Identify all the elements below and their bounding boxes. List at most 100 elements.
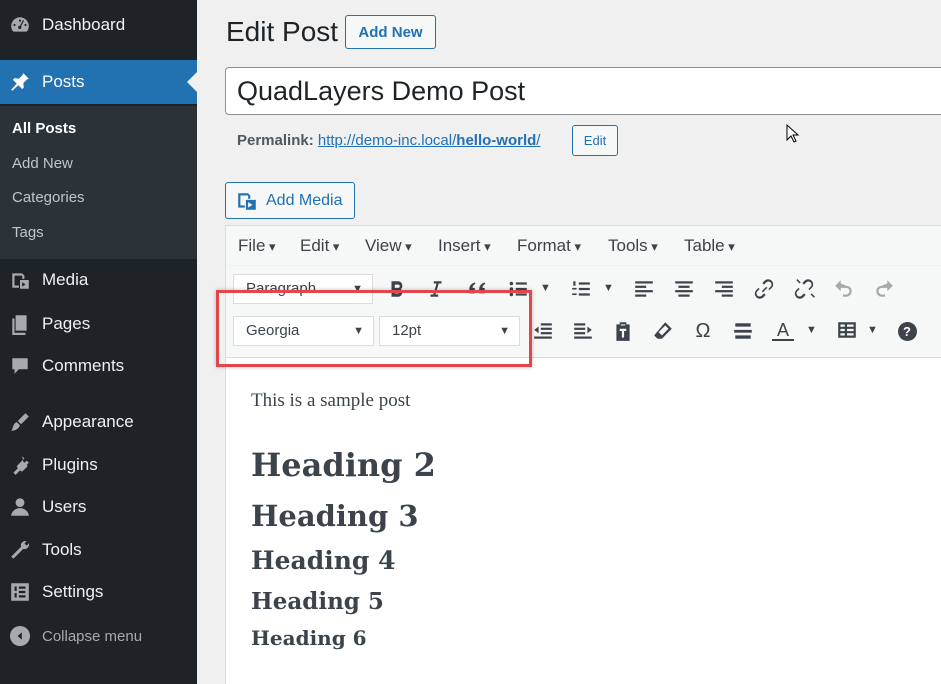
table-icon bbox=[838, 322, 856, 338]
clear-formatting-button[interactable] bbox=[649, 317, 677, 345]
menu-plugins[interactable]: Plugins bbox=[0, 445, 197, 485]
permalink-base: http://demo-inc.local/ bbox=[317, 132, 457, 149]
content-heading-5[interactable]: Heading 5 bbox=[251, 588, 384, 615]
permalink-row: Permalink: http://demo-inc.local/hello-w… bbox=[237, 132, 540, 149]
special-character-button[interactable]: Ω bbox=[689, 317, 717, 345]
collapse-arrow-icon bbox=[10, 626, 30, 646]
highlight-box bbox=[216, 290, 532, 367]
paste-text-icon bbox=[616, 322, 630, 341]
undo-button[interactable] bbox=[830, 275, 858, 303]
menu-format[interactable]: Format bbox=[517, 236, 581, 256]
content-heading-3[interactable]: Heading 3 bbox=[251, 499, 419, 533]
menu-pages[interactable]: Pages bbox=[0, 304, 197, 344]
align-left-button[interactable] bbox=[630, 275, 658, 303]
post-title-input[interactable]: QuadLayers Demo Post bbox=[225, 67, 941, 115]
menu-file[interactable]: File bbox=[238, 236, 276, 256]
add-media-button[interactable]: Add Media bbox=[225, 182, 355, 219]
insert-link-button[interactable] bbox=[750, 275, 778, 303]
menu-label: Tools bbox=[42, 540, 82, 559]
plugin-icon bbox=[7, 452, 33, 478]
menu-table[interactable]: Table bbox=[684, 236, 735, 256]
content-heading-6[interactable]: Heading 6 bbox=[251, 626, 367, 650]
dashboard-icon bbox=[7, 12, 33, 38]
paste-as-text-button[interactable] bbox=[609, 317, 637, 345]
chevron-down-icon[interactable]: ▼ bbox=[806, 324, 817, 336]
menu-users[interactable]: Users bbox=[0, 487, 197, 527]
collapse-menu-button[interactable]: Collapse menu bbox=[0, 621, 197, 651]
menu-posts[interactable]: Posts bbox=[0, 60, 197, 104]
permalink-slug: hello-world bbox=[456, 132, 537, 149]
align-right-icon bbox=[715, 281, 733, 297]
help-button[interactable]: ? bbox=[893, 317, 921, 345]
omega-icon: Ω bbox=[695, 319, 711, 342]
menu-label: Media bbox=[42, 270, 89, 289]
submenu-add-new[interactable]: Add New bbox=[12, 155, 73, 172]
menu-tools[interactable]: Tools bbox=[608, 236, 658, 256]
admin-sidebar: Dashboard Posts All Posts Add New Catego… bbox=[0, 0, 197, 684]
menu-comments[interactable]: Comments bbox=[0, 346, 197, 386]
indent-icon bbox=[574, 323, 592, 339]
menu-label: Pages bbox=[42, 314, 91, 333]
menu-tools[interactable]: Tools bbox=[0, 530, 197, 570]
menu-dashboard[interactable]: Dashboard bbox=[0, 5, 197, 45]
text-color-button[interactable]: A bbox=[769, 317, 797, 345]
link-icon bbox=[754, 279, 774, 299]
align-center-button[interactable] bbox=[670, 275, 698, 303]
add-new-button[interactable]: Add New bbox=[345, 15, 436, 49]
submenu-categories[interactable]: Categories bbox=[12, 189, 85, 206]
edit-slug-button[interactable]: Edit bbox=[572, 125, 618, 156]
user-icon bbox=[7, 494, 33, 520]
pin-icon bbox=[7, 69, 33, 95]
menu-label: Posts bbox=[42, 72, 85, 91]
add-media-label: Add Media bbox=[266, 191, 343, 209]
editor-menubar: File Edit View Insert Format Tools Table bbox=[226, 226, 941, 266]
help-icon: ? bbox=[897, 321, 917, 341]
remove-link-button[interactable] bbox=[790, 275, 818, 303]
undo-icon bbox=[835, 280, 852, 297]
brush-icon bbox=[7, 409, 33, 435]
pages-icon bbox=[7, 311, 33, 337]
color-swatch bbox=[772, 339, 794, 341]
unlink-icon bbox=[794, 279, 815, 299]
align-left-icon bbox=[635, 281, 653, 297]
chevron-down-icon[interactable]: ▼ bbox=[867, 324, 878, 336]
permalink-trail: / bbox=[536, 132, 541, 149]
permalink-label: Permalink: bbox=[237, 132, 314, 149]
horizontal-line-button[interactable] bbox=[729, 317, 757, 345]
horizontal-line-icon bbox=[734, 323, 752, 339]
redo-icon bbox=[876, 280, 893, 297]
outdent-icon bbox=[534, 323, 552, 339]
align-center-icon bbox=[675, 281, 693, 297]
outdent-button[interactable] bbox=[529, 317, 557, 345]
menu-media[interactable]: Media bbox=[0, 260, 197, 300]
menu-label: Plugins bbox=[42, 455, 98, 474]
permalink-link[interactable]: http://demo-inc.local/hello-world/ bbox=[318, 132, 541, 149]
content-heading-4[interactable]: Heading 4 bbox=[251, 546, 395, 575]
menu-label: Comments bbox=[42, 356, 125, 375]
numbered-list-icon bbox=[572, 281, 590, 296]
comments-icon bbox=[7, 353, 33, 379]
content-paragraph[interactable]: This is a sample post bbox=[251, 390, 410, 412]
mouse-cursor-icon bbox=[786, 124, 800, 143]
add-media-icon bbox=[238, 192, 256, 210]
menu-view[interactable]: View bbox=[365, 236, 412, 256]
menu-settings[interactable]: Settings bbox=[0, 572, 197, 612]
page-title: Edit Post bbox=[226, 16, 339, 47]
chevron-down-icon[interactable]: ▼ bbox=[603, 282, 614, 294]
text-color-icon: A bbox=[776, 320, 789, 340]
submenu-tags[interactable]: Tags bbox=[12, 224, 44, 241]
indent-button[interactable] bbox=[569, 317, 597, 345]
menu-label: Settings bbox=[42, 582, 104, 601]
menu-appearance[interactable]: Appearance bbox=[0, 402, 197, 442]
menu-insert[interactable]: Insert bbox=[438, 236, 491, 256]
submenu-all-posts[interactable]: All Posts bbox=[12, 120, 76, 137]
table-button[interactable] bbox=[833, 316, 861, 344]
align-right-button[interactable] bbox=[710, 275, 738, 303]
chevron-down-icon[interactable]: ▼ bbox=[540, 282, 551, 294]
media-icon bbox=[7, 267, 33, 293]
redo-button[interactable] bbox=[870, 275, 898, 303]
menu-edit[interactable]: Edit bbox=[300, 236, 339, 256]
numbered-list-button[interactable] bbox=[567, 275, 595, 303]
content-heading-2[interactable]: Heading 2 bbox=[251, 446, 436, 484]
wrench-icon bbox=[7, 537, 33, 563]
